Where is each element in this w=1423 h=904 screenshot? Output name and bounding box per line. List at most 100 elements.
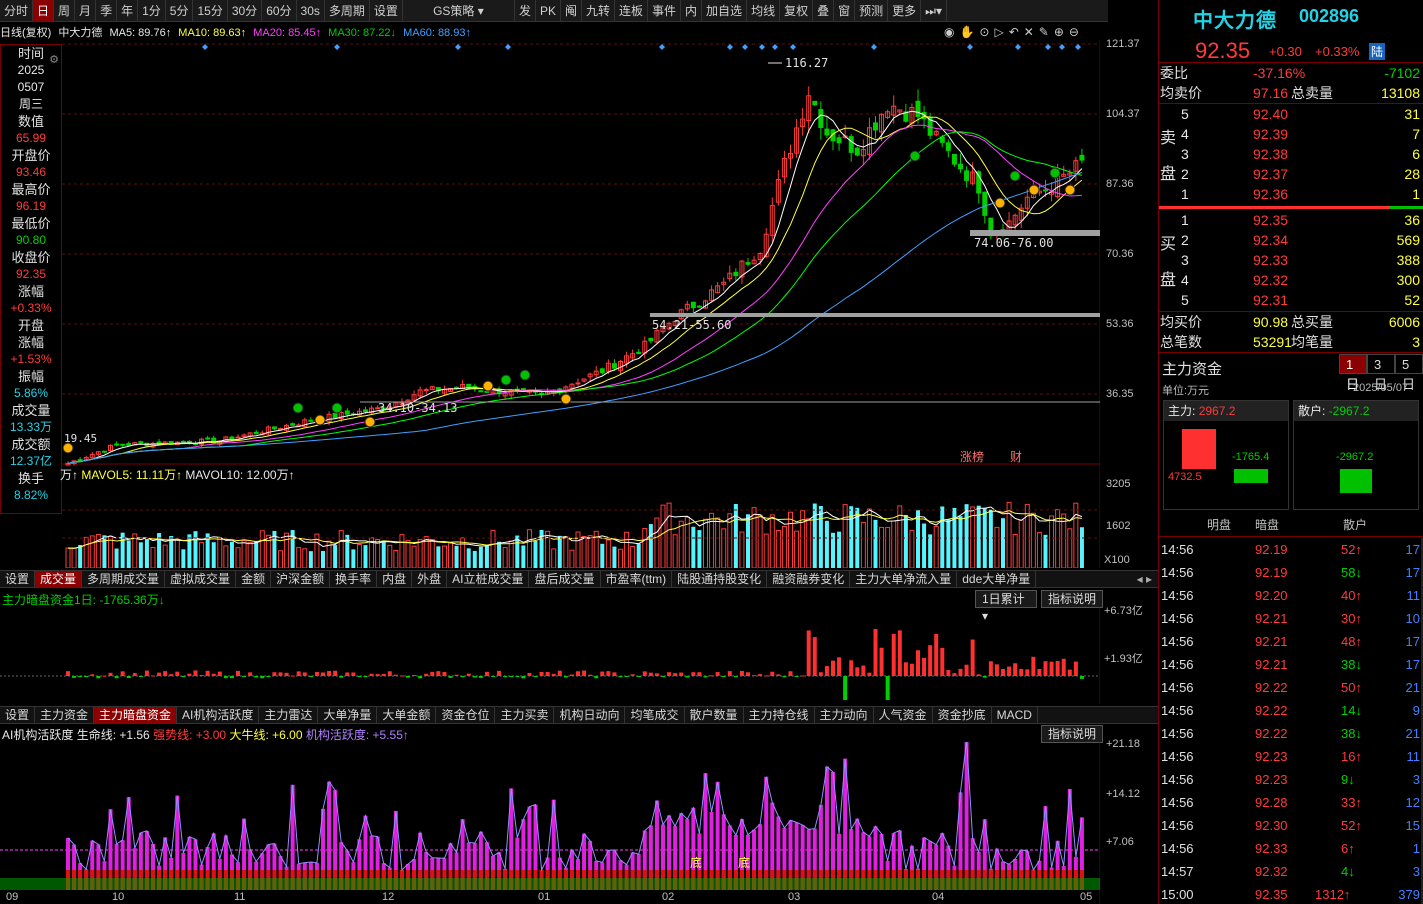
period-4[interactable]: 季 [96, 0, 118, 22]
dp-bar [667, 672, 672, 676]
tabs2-tab-5[interactable]: 大单净量 [318, 706, 378, 724]
tick-list[interactable]: 14:56 92.19 52 ↑ 17 14:56 92.19 58 ↓ 17 14:56 92.20… [1159, 538, 1423, 904]
tabs1-tab-4[interactable]: 金额 [236, 570, 272, 588]
tabs2-tab-15[interactable]: 资金抄底 [933, 706, 992, 724]
marker-cai[interactable]: 财 [1010, 448, 1022, 465]
tool-4[interactable]: 连板 [615, 0, 649, 22]
candle [964, 170, 970, 181]
period-1[interactable]: 日 [33, 0, 55, 22]
tabs1-tab-7[interactable]: 内盘 [377, 570, 413, 588]
tabs2-tab-10[interactable]: 均笔成交 [625, 706, 685, 724]
tool-5[interactable]: 事件 [648, 0, 682, 22]
tool-13[interactable]: 更多 [888, 0, 922, 22]
ma60-line [67, 172, 1083, 464]
tool-11[interactable]: 窗 [834, 0, 856, 22]
period-0[interactable]: 分时 [0, 0, 34, 22]
period-5[interactable]: 年 [117, 0, 139, 22]
dp-bar [721, 676, 726, 677]
tabs1-tab-8[interactable]: 外盘 [412, 570, 448, 588]
tabs1-tab-0[interactable]: 设置 [0, 570, 36, 588]
volume-bar [666, 502, 672, 568]
tool-7[interactable]: 加自选 [702, 0, 748, 22]
signal-circle [314, 414, 326, 426]
tabs2-tab-8[interactable]: 主力买卖 [495, 706, 555, 724]
tool-0[interactable]: 发 [515, 0, 536, 22]
candle [982, 191, 988, 216]
tabs1-tab-12[interactable]: 陆股通持股变化 [672, 570, 768, 588]
tabs1-tab-9[interactable]: AI立桩成交量 [447, 570, 530, 588]
candle [114, 443, 120, 446]
tabs2-tab-2[interactable]: 主力暗盘资金 [94, 706, 178, 724]
tabs2-tab-3[interactable]: AI机构活跃度 [177, 706, 260, 724]
dp-bar [916, 650, 920, 676]
buy-book: 1 92.35 36 2 92.34 569 3 92.33 388 4 92.32 300 5 92.3… [1159, 210, 1423, 310]
tabs2-tab-0[interactable]: 设置 [0, 706, 36, 724]
tool-8[interactable]: 均线 [747, 0, 781, 22]
tabs1-tab-2[interactable]: 多周期成交量 [82, 570, 166, 588]
darkpool-chart[interactable] [0, 606, 1100, 704]
dp-bar [345, 672, 350, 676]
signal-diamond [505, 44, 511, 50]
tabs2-tab-6[interactable]: 大单金额 [377, 706, 437, 724]
tool-1[interactable]: PK [536, 0, 561, 22]
ma10-line [67, 115, 1083, 464]
tabs1-tab-15[interactable]: dde大单净量 [957, 570, 1037, 588]
tabs2-tab-11[interactable]: 散户数量 [685, 706, 744, 724]
ai-help-button[interactable]: 指标说明 [1041, 725, 1104, 743]
tabs1-tab-10[interactable]: 盘后成交量 [529, 570, 601, 588]
tabs2-tab-13[interactable]: 主力动向 [815, 706, 874, 724]
tool-10[interactable]: 叠 [813, 0, 835, 22]
volume-bar [199, 542, 205, 568]
fund-period-1[interactable]: 3日 [1367, 354, 1395, 392]
ai-activity: 机构活跃度: +5.55↑ [305, 728, 409, 742]
chart-tool-icons[interactable]: ◉✋⊙▷↶✕✎⊕⊖ [944, 25, 1084, 39]
period-12[interactable]: 多周期 [325, 0, 370, 22]
tabs2-tab-4[interactable]: 主力雷达 [259, 706, 319, 724]
period-2[interactable]: 周 [54, 0, 76, 22]
fund-period-2[interactable]: 5日 [1395, 354, 1423, 392]
tool-6[interactable]: 内 [681, 0, 703, 22]
dp-bar [381, 674, 386, 676]
gear-icon[interactable]: ⚙ [49, 53, 59, 66]
tab-scroll-arrows[interactable]: ◂ ▸ [1137, 572, 1158, 586]
tabs2-tab-7[interactable]: 资金仓位 [436, 706, 496, 724]
strategy-select[interactable]: GS策略 ▾ [403, 0, 515, 22]
kline-chart[interactable]: 74.06-76.00 54.21-55.60 34.10-34.13 116.27 1… [0, 40, 1100, 568]
period-6[interactable]: 1分 [138, 0, 166, 22]
ai-activity-chart[interactable]: 底底 [0, 742, 1100, 904]
tabs2-tab-9[interactable]: 机构日动向 [554, 706, 626, 724]
tabs1-tab-11[interactable]: 市盈率(ttm) [601, 570, 673, 588]
tool-2[interactable]: 阄 [561, 0, 582, 22]
tabs1-tab-5[interactable]: 沪深金额 [271, 570, 331, 588]
price-axis: 121.37 104.37 87.36 70.36 53.36 36.35 [1100, 38, 1156, 460]
tabs1-tab-1[interactable]: 成交量 [35, 570, 83, 588]
tool-9[interactable]: 复权 [780, 0, 814, 22]
period-9[interactable]: 30分 [228, 0, 263, 22]
tabs2-tab-16[interactable]: MACD [992, 706, 1038, 724]
period-8[interactable]: 15分 [193, 0, 228, 22]
marker-zhangbang[interactable]: 涨榜 [960, 448, 984, 465]
tabs1-tab-6[interactable]: 换手率 [330, 570, 378, 588]
tabs1-tab-14[interactable]: 主力大单净流入量 [850, 570, 958, 588]
signal-circle [331, 402, 343, 414]
more-arrow-icon[interactable]: ⏭▾ [921, 0, 947, 22]
signal-diamond [334, 44, 340, 50]
dp-bar [946, 669, 951, 676]
period-3[interactable]: 月 [75, 0, 97, 22]
tool-12[interactable]: 预测 [855, 0, 889, 22]
period-10[interactable]: 60分 [262, 0, 297, 22]
tabs1-tab-13[interactable]: 融资融券变化 [767, 570, 851, 588]
period-11[interactable]: 30s [297, 0, 325, 22]
tabs2-tab-14[interactable]: 人气资金 [874, 706, 933, 724]
tabs2-tab-1[interactable]: 主力资金 [35, 706, 95, 724]
zone-label-2: 54.21-55.60 [652, 318, 731, 332]
tabs2-tab-12[interactable]: 主力持仓线 [744, 706, 815, 724]
tabs1-tab-3[interactable]: 虚拟成交量 [165, 570, 237, 588]
fund-period-0[interactable]: 1日 [1339, 354, 1367, 392]
period-7[interactable]: 5分 [166, 0, 194, 22]
period-13[interactable]: 设置 [370, 0, 403, 22]
dp-bar [1073, 661, 1078, 676]
dp-bar [84, 676, 89, 678]
tool-3[interactable]: 九转 [582, 0, 615, 22]
dp-bar [934, 633, 939, 676]
